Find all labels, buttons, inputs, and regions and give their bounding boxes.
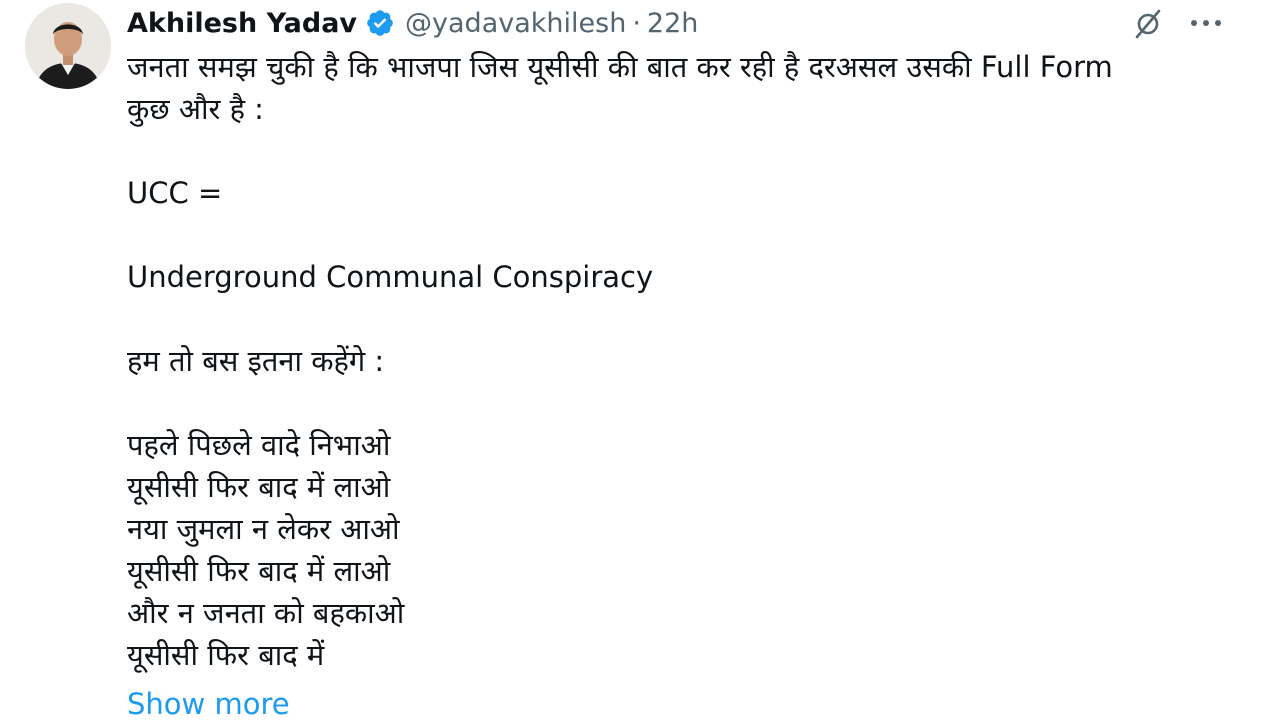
avatar-image — [25, 3, 111, 89]
verified-badge-icon[interactable] — [365, 8, 395, 38]
tweet-header: Akhilesh Yadav @yadavakhilesh · 22h — [127, 3, 698, 43]
tweet-line: जनता समझ चुकी है कि भाजपा जिस यूसीसी की … — [127, 50, 1113, 84]
tweet-line: कुछ और है : — [127, 92, 264, 126]
header-separator: · — [632, 7, 641, 39]
tweet-line: पहले पिछले वादे निभाओ — [127, 428, 391, 462]
tweet: Akhilesh Yadav @yadavakhilesh · 22h जनता… — [0, 0, 1280, 720]
author-name[interactable]: Akhilesh Yadav — [127, 8, 357, 39]
tweet-text: जनता समझ चुकी है कि भाजपा जिस यूसीसी की … — [127, 46, 1237, 676]
tweet-line: और न जनता को बहकाओ — [127, 596, 405, 630]
tweet-timestamp[interactable]: 22h — [647, 8, 698, 39]
tweet-line: यूसीसी फिर बाद में लाओ — [127, 470, 391, 504]
more-options-icon[interactable] — [1186, 8, 1226, 38]
tweet-line: हम तो बस इतना कहेंगे : — [127, 344, 385, 378]
avatar[interactable] — [25, 3, 111, 89]
tweet-line: Underground Communal Conspiracy — [127, 260, 654, 294]
tweet-line: नया जुमला न लेकर आओ — [127, 512, 400, 546]
show-more-link[interactable]: Show more — [127, 683, 290, 720]
tweet-line: यूसीसी फिर बाद में — [127, 638, 325, 672]
tweet-line: यूसीसी फिर बाद में लाओ — [127, 554, 391, 588]
author-handle[interactable]: @yadavakhilesh — [405, 8, 626, 39]
tweet-line: UCC = — [127, 176, 223, 210]
grok-icon[interactable] — [1130, 6, 1166, 42]
